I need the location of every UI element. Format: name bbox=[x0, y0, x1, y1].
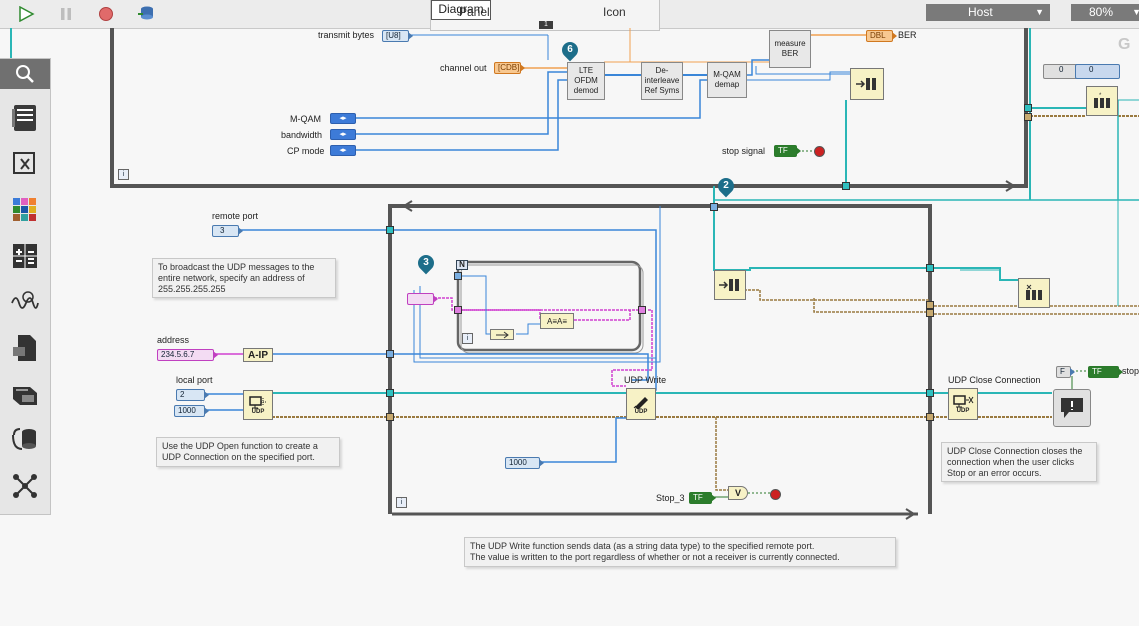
concatenate-strings-node[interactable]: A≡A≡ bbox=[540, 313, 574, 329]
data-communication-icon[interactable] bbox=[8, 423, 42, 457]
cp-mode-enum-control[interactable]: ◂▸ bbox=[330, 145, 356, 156]
broadcast-comment: To broadcast the UDP messages to the ent… bbox=[152, 258, 336, 298]
udp-write-comment-line-2: The value is written to the port regardl… bbox=[470, 552, 840, 562]
for-loop-iteration-icon: i bbox=[462, 333, 473, 344]
for-loop-count-terminal[interactable]: N bbox=[456, 260, 468, 270]
bandwidth-label: bandwidth bbox=[281, 130, 323, 140]
loop-tunnel bbox=[386, 350, 394, 358]
stop-indicator[interactable]: TF bbox=[1088, 366, 1123, 378]
loop-iteration-icon: i bbox=[118, 169, 129, 180]
address-control[interactable]: 234.5.6.7 bbox=[157, 349, 218, 361]
timing-icon[interactable] bbox=[8, 147, 42, 181]
queue-node[interactable] bbox=[850, 68, 884, 100]
stop-signal-indicator[interactable]: TF bbox=[774, 145, 801, 157]
udp-write-timeout-constant[interactable]: 1000 bbox=[505, 457, 544, 469]
lte-ofdm-demod-node[interactable]: LTE OFDM demod bbox=[567, 62, 605, 100]
loop-tunnel bbox=[926, 413, 934, 421]
stop-terminal-icon bbox=[770, 489, 781, 500]
remote-port-label: remote port bbox=[212, 211, 259, 221]
udp-write-tag: UDP bbox=[634, 409, 648, 415]
release-queue-node[interactable] bbox=[1018, 278, 1050, 308]
loop-tunnel bbox=[926, 264, 934, 272]
signal-icon[interactable] bbox=[8, 285, 42, 319]
loop-tunnel bbox=[926, 301, 934, 309]
udp-close-tag: UDP bbox=[956, 408, 970, 414]
mqam-label: M-QAM bbox=[290, 114, 321, 124]
mqam-demap-node[interactable]: M-QAM demap bbox=[707, 62, 747, 98]
loop-iteration-icon: i bbox=[396, 497, 407, 508]
functions-palette bbox=[0, 58, 51, 515]
stop-terminal-icon bbox=[814, 146, 825, 157]
g-logo-icon: G bbox=[1118, 36, 1131, 53]
connectivity-icon[interactable] bbox=[8, 469, 42, 503]
udp-write-comment: The UDP Write function sends data (as a … bbox=[464, 537, 896, 567]
cp-mode-label: CP mode bbox=[287, 146, 325, 156]
udp-write-label: UDP Write bbox=[624, 375, 667, 385]
file-io-icon[interactable] bbox=[8, 331, 42, 365]
data-types-icon[interactable] bbox=[8, 193, 42, 227]
udp-open-comment: Use the UDP Open function to create a UD… bbox=[156, 437, 340, 467]
flush-queue-node[interactable]: * bbox=[1086, 86, 1118, 116]
stop3-control[interactable]: TF bbox=[689, 492, 716, 504]
udp-write-comment-line-1: The UDP Write function sends data (as a … bbox=[470, 541, 815, 551]
step-badge-3: 3 bbox=[414, 251, 438, 275]
measure-ber-node[interactable]: measure BER bbox=[769, 30, 811, 68]
channel-out-label: channel out bbox=[440, 63, 487, 73]
loop-tunnel bbox=[926, 389, 934, 397]
address-label: address bbox=[157, 335, 190, 345]
for-loop-tunnel bbox=[454, 306, 462, 314]
structures-icon[interactable] bbox=[8, 101, 42, 135]
udp-write-node[interactable]: UDP bbox=[626, 388, 656, 420]
udp-close-label: UDP Close Connection bbox=[948, 375, 1041, 385]
transmit-bytes-label: transmit bytes bbox=[318, 30, 375, 40]
udp-close-node[interactable]: UDP bbox=[948, 388, 978, 420]
stop3-label: Stop_3 bbox=[656, 493, 685, 503]
shift-register-left bbox=[1024, 104, 1032, 112]
for-loop-tunnel bbox=[454, 272, 462, 280]
or-function-node[interactable]: V bbox=[728, 486, 748, 500]
string-constant[interactable] bbox=[407, 293, 438, 305]
local-port-control[interactable]: 2 bbox=[176, 389, 209, 401]
mqam-enum-control[interactable]: ◂▸ bbox=[330, 113, 356, 124]
loop-tunnel bbox=[842, 182, 850, 190]
search-icon[interactable] bbox=[0, 59, 50, 89]
step-badge-6: 6 bbox=[558, 38, 582, 62]
udp-open-tag: UDP bbox=[251, 409, 265, 415]
string-to-ip-node[interactable]: A-IP bbox=[243, 348, 273, 362]
udp-open-node[interactable]: UDP bbox=[243, 390, 273, 420]
local-port-label: local port bbox=[176, 375, 213, 385]
stop-label: stop bbox=[1122, 366, 1139, 376]
loop-tunnel bbox=[386, 226, 394, 234]
for-loop-tunnel bbox=[638, 306, 646, 314]
step-badge-2: 2 bbox=[714, 174, 738, 198]
loop-tunnel bbox=[710, 203, 718, 211]
channel-out-indicator[interactable]: [CDB] bbox=[494, 62, 525, 74]
bandwidth-enum-control[interactable]: ◂▸ bbox=[330, 129, 356, 140]
hardware-io-icon[interactable] bbox=[8, 377, 42, 411]
numeric-control-1[interactable]: 0 bbox=[1043, 64, 1078, 79]
transmit-bytes-indicator[interactable]: [U8] bbox=[382, 30, 413, 42]
enqueue-node[interactable] bbox=[714, 270, 746, 300]
loop-tunnel bbox=[386, 413, 394, 421]
false-constant[interactable]: F bbox=[1056, 366, 1075, 378]
udp-close-comment: UDP Close Connection closes the connecti… bbox=[941, 442, 1097, 482]
number-to-string-node[interactable] bbox=[490, 329, 514, 340]
math-icon[interactable] bbox=[8, 239, 42, 273]
shift-register-error bbox=[1024, 113, 1032, 121]
numeric-indicator-2[interactable]: 0 bbox=[1075, 64, 1120, 79]
simple-error-handler-node[interactable] bbox=[1053, 389, 1091, 427]
ber-label: BER bbox=[898, 30, 917, 40]
loop-tunnel bbox=[386, 389, 394, 397]
remote-port-control[interactable]: 3 bbox=[212, 225, 243, 237]
timeout-control[interactable]: 1000 bbox=[174, 405, 209, 417]
loop-tunnel bbox=[926, 309, 934, 317]
ber-indicator[interactable]: DBL bbox=[866, 30, 897, 42]
stop-signal-label: stop signal bbox=[722, 146, 766, 156]
deinterleave-node[interactable]: De-interleave Ref Syms bbox=[641, 62, 683, 100]
